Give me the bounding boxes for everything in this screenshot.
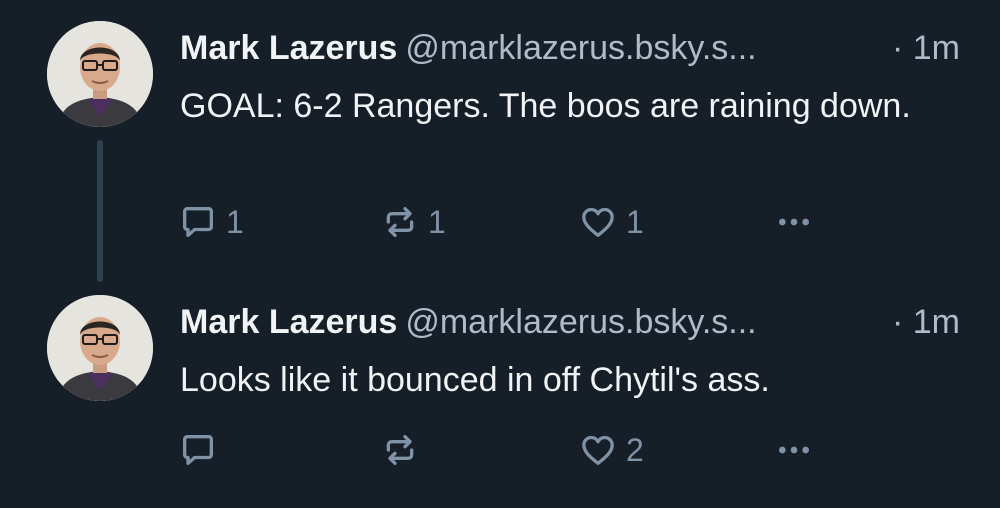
author-name[interactable]: Mark Lazerus	[180, 303, 397, 341]
author-avatar[interactable]	[47, 21, 153, 127]
post-actions: 2	[178, 426, 838, 474]
heart-icon	[582, 207, 614, 237]
post-actions: 1 1 1	[178, 198, 838, 246]
repost-button[interactable]	[380, 426, 428, 474]
speech-bubble-icon	[183, 207, 213, 237]
like-button[interactable]: 1	[578, 198, 644, 246]
post-text: Looks like it bounced in off Chytil's as…	[180, 361, 770, 399]
post-timestamp[interactable]: · 1m	[892, 300, 960, 344]
ellipsis-icon	[779, 446, 809, 454]
thread-feed: Mark Lazerus @marklazerus.bsky.s... · 1m …	[0, 0, 1000, 508]
reply-count: 1	[226, 203, 244, 240]
author-handle[interactable]: @marklazerus.bsky.s...	[405, 303, 756, 341]
repost-arrows-icon	[386, 435, 414, 465]
repost-count: 1	[428, 203, 446, 240]
reply-button[interactable]: 1	[178, 198, 244, 246]
ellipsis-icon	[779, 218, 809, 226]
repost-button[interactable]: 1	[380, 198, 446, 246]
heart-icon	[582, 435, 614, 465]
reply-button[interactable]	[178, 426, 226, 474]
post-1[interactable]: Mark Lazerus @marklazerus.bsky.s... · 1m …	[0, 0, 1000, 254]
avatar-photo-icon	[47, 21, 153, 127]
post-timestamp[interactable]: · 1m	[892, 26, 960, 70]
author-handle[interactable]: @marklazerus.bsky.s...	[405, 29, 756, 67]
more-options-button[interactable]	[774, 426, 814, 474]
like-count: 1	[626, 203, 644, 240]
author-avatar[interactable]	[47, 295, 153, 401]
thread-connector-line	[97, 140, 103, 282]
repost-arrows-icon	[386, 207, 414, 237]
avatar-photo-icon	[47, 295, 153, 401]
author-name[interactable]: Mark Lazerus	[180, 29, 397, 67]
speech-bubble-icon	[183, 435, 213, 465]
post-2[interactable]: Mark Lazerus @marklazerus.bsky.s... · 1m …	[0, 274, 1000, 508]
post-text: GOAL: 6-2 Rangers. The boos are raining …	[180, 87, 911, 125]
post-header: Mark Lazerus @marklazerus.bsky.s... · 1m	[180, 26, 964, 70]
post-header: Mark Lazerus @marklazerus.bsky.s... · 1m	[180, 300, 964, 344]
more-options-button[interactable]	[774, 198, 814, 246]
like-button[interactable]: 2	[578, 426, 644, 474]
like-count: 2	[626, 431, 644, 468]
